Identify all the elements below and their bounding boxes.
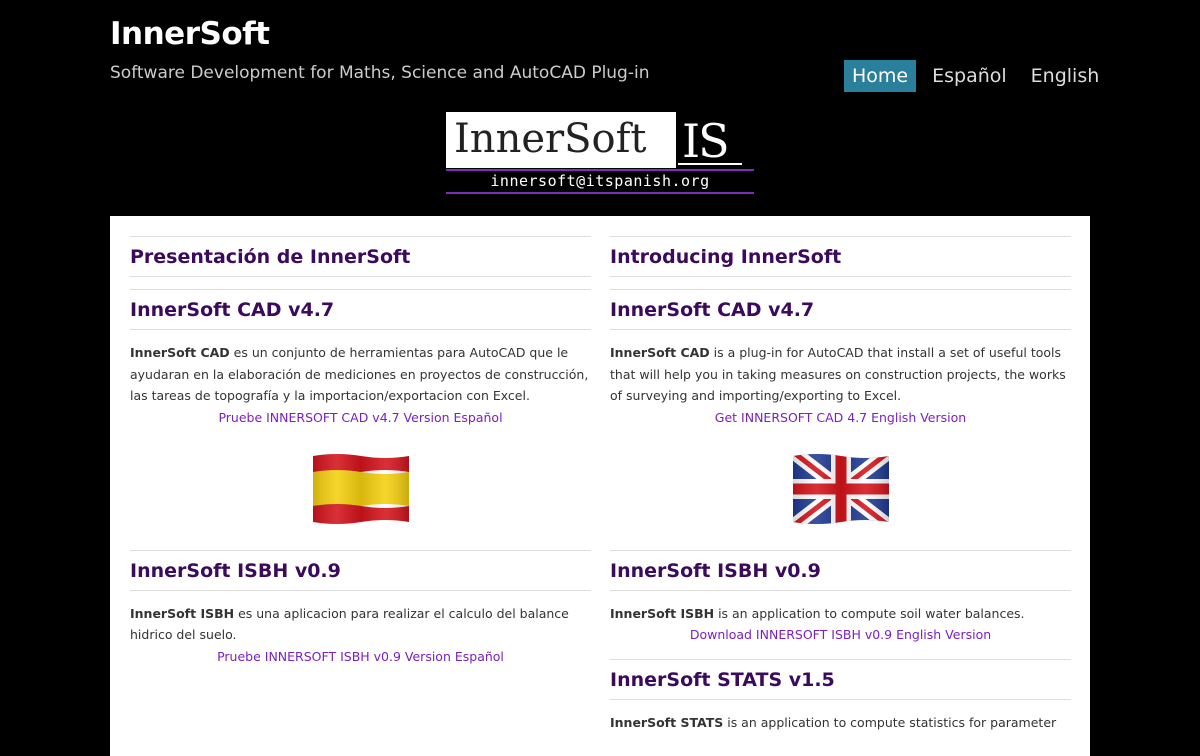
english-isbh-link[interactable]: Download INNERSOFT ISBH v0.9 English Ver… (610, 624, 1071, 645)
spanish-cad-name: InnerSoft CAD (130, 345, 230, 360)
logo-divider-top (446, 169, 754, 171)
english-isbh-description: InnerSoft ISBH is an application to comp… (610, 603, 1071, 625)
english-column: Introducing InnerSoft InnerSoft CAD v4.7… (610, 236, 1071, 734)
spain-flag-icon[interactable] (312, 452, 409, 526)
logo-mark-underline (678, 163, 742, 165)
english-isbh-title: InnerSoft ISBH v0.9 (610, 549, 1071, 591)
logo-divider-bottom (446, 192, 754, 194)
spanish-flag-wrap (130, 452, 591, 526)
site-tagline: Software Development for Maths, Science … (110, 63, 650, 83)
main-nav: Home Español English (844, 60, 1115, 92)
spanish-isbh-title: InnerSoft ISBH v0.9 (130, 549, 591, 591)
logo-email: innersoft@itspanish.org (490, 172, 710, 190)
english-stats-text: is an application to compute statistics … (723, 715, 1057, 730)
logo-mark: IS (682, 114, 730, 168)
uk-flag-icon[interactable] (792, 452, 889, 526)
logo-text: InnerSoft (454, 116, 647, 162)
english-stats-name: InnerSoft STATS (610, 715, 724, 730)
english-heading: Introducing InnerSoft (610, 236, 1071, 277)
english-cad-name: InnerSoft CAD (610, 345, 710, 360)
english-isbh-name: InnerSoft ISBH (610, 605, 715, 621)
english-flag-wrap (610, 452, 1071, 526)
nav-espanol[interactable]: Español (924, 60, 1015, 92)
english-cad-link[interactable]: Get INNERSOFT CAD 4.7 English Version (610, 407, 1071, 428)
spanish-isbh-description: InnerSoft ISBH es una aplicacion para re… (130, 603, 591, 646)
nav-english[interactable]: English (1023, 60, 1108, 92)
english-cad-description: InnerSoft CAD is a plug-in for AutoCAD t… (610, 342, 1071, 407)
innersoft-logo: InnerSoft IS innersoft@itspanish.org (446, 112, 754, 194)
english-cad-title: InnerSoft CAD v4.7 (610, 289, 1071, 330)
content-area: Presentación de InnerSoft InnerSoft CAD … (110, 216, 1090, 756)
site-title[interactable]: InnerSoft (110, 16, 270, 52)
spanish-isbh-name: InnerSoft ISBH (130, 605, 235, 621)
logo-box: InnerSoft (446, 112, 676, 168)
nav-home[interactable]: Home (844, 60, 917, 92)
spanish-cad-description: InnerSoft CAD es un conjunto de herramie… (130, 342, 591, 407)
spanish-cad-title: InnerSoft CAD v4.7 (130, 289, 591, 330)
english-isbh-text: is an application to compute soil water … (714, 605, 1025, 621)
spanish-cad-link[interactable]: Pruebe INNERSOFT CAD v4.7 Version Españo… (130, 407, 591, 428)
english-stats-description: InnerSoft STATS is an application to com… (610, 712, 1071, 734)
spanish-heading: Presentación de InnerSoft (130, 236, 591, 277)
spanish-isbh-link[interactable]: Pruebe INNERSOFT ISBH v0.9 Version Españ… (130, 646, 591, 667)
english-stats-title: InnerSoft STATS v1.5 (610, 659, 1071, 700)
spanish-column: Presentación de InnerSoft InnerSoft CAD … (130, 236, 591, 667)
